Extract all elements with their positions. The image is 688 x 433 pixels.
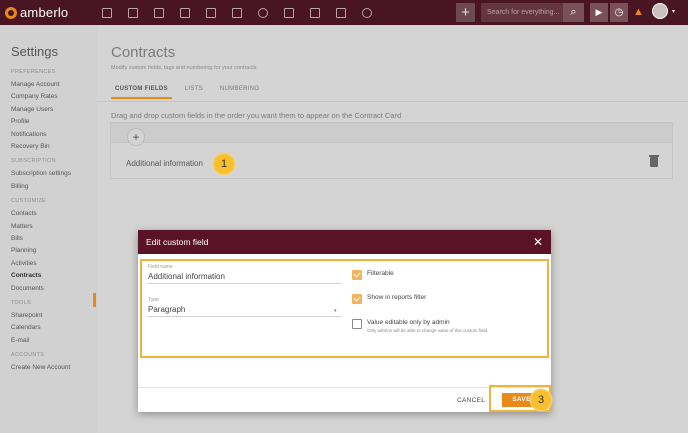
top-navigation-bar: amberlo xyxy=(0,0,688,25)
reports-icon[interactable] xyxy=(354,0,380,25)
step-badge-3: 3 xyxy=(531,390,551,410)
tab-lists[interactable]: LISTS xyxy=(181,81,207,99)
edit-custom-field-dialog: Edit custom field ✕ Field name Additiona… xyxy=(138,230,551,412)
trash-icon[interactable] xyxy=(649,155,659,167)
search-icon[interactable]: ⌕ xyxy=(563,3,584,22)
sidebar-item-company-rates[interactable]: Company Rates xyxy=(11,93,58,100)
type-select[interactable]: Paragraph xyxy=(148,305,185,314)
tab-custom-fields[interactable]: CUSTOM FIELDS xyxy=(111,81,172,99)
custom-fields-toolbar xyxy=(111,123,672,143)
calendar-icon-glyph xyxy=(232,7,242,18)
sidebar-item-matters[interactable]: Matters xyxy=(11,223,33,230)
page-subtitle: Modify custom fields, tags and numbering… xyxy=(111,65,257,71)
contacts-icon-glyph xyxy=(128,7,138,18)
instruction-text: Drag and drop custom fields in the order… xyxy=(111,111,402,120)
play-timer-icon[interactable]: ▶ xyxy=(590,3,608,22)
sidebar-item-sharepoint[interactable]: Sharepoint xyxy=(11,312,42,319)
cancel-button[interactable]: CANCEL xyxy=(457,397,485,404)
contacts-icon[interactable] xyxy=(120,0,146,25)
add-custom-field-button[interactable]: + xyxy=(127,128,145,146)
documents-icon[interactable] xyxy=(172,0,198,25)
user-avatar[interactable] xyxy=(652,3,668,19)
sidebar-item-e-mail[interactable]: E-mail xyxy=(11,337,29,344)
sidebar-item-recovery-bin[interactable]: Recovery Bin xyxy=(11,143,50,150)
notifications-bell-icon[interactable]: ▲ xyxy=(633,5,644,19)
email-icon[interactable] xyxy=(302,0,328,25)
admin-only-hint: Only admins will be able to change value… xyxy=(367,328,489,333)
custom-fields-list: + Additional information xyxy=(110,122,673,179)
amberlo-logo[interactable]: amberlo xyxy=(5,5,87,20)
reports-icon-glyph xyxy=(362,7,372,18)
sidebar-section-heading: CUSTOMIZE xyxy=(11,198,46,205)
calendar-icon[interactable] xyxy=(224,0,250,25)
sidebar-item-subscription-settings[interactable]: Subscription settings xyxy=(11,170,71,177)
sidebar-section-heading: PREFERENCES xyxy=(11,69,56,75)
chevron-down-icon[interactable]: ▾ xyxy=(334,308,337,314)
tabs-divider xyxy=(97,101,688,102)
dialog-header: Edit custom field ✕ xyxy=(138,230,551,254)
bills-icon-glyph xyxy=(206,7,216,18)
matters-icon[interactable] xyxy=(146,0,172,25)
sidebar-item-documents[interactable]: Documents xyxy=(11,285,44,292)
active-item-marker xyxy=(93,293,96,307)
field-name-underline xyxy=(148,283,341,284)
sidebar-item-activities[interactable]: Activities xyxy=(11,260,37,267)
sidebar-title: Settings xyxy=(11,44,58,59)
sidebar-item-billing[interactable]: Billing xyxy=(11,183,28,190)
logo-mark-icon xyxy=(5,6,17,19)
show-in-reports-label: Show in reports filter xyxy=(367,294,427,301)
step-badge-1: 1 xyxy=(214,154,234,174)
quick-add-button[interactable]: + xyxy=(456,3,475,22)
sidebar-item-manage-account[interactable]: Manage Account xyxy=(11,81,59,88)
folder-icon-glyph xyxy=(284,7,294,18)
show-in-reports-checkbox[interactable] xyxy=(352,294,362,304)
admin-only-label: Value editable only by admin xyxy=(367,319,450,326)
page-title: Contracts xyxy=(111,44,176,61)
matters-icon-glyph xyxy=(154,7,164,18)
module-nav xyxy=(94,0,380,25)
dashboard-icon-glyph xyxy=(102,7,112,18)
account-menu-chevron-down-icon[interactable]: ▾ xyxy=(672,8,675,15)
sidebar-item-notifications[interactable]: Notifications xyxy=(11,131,46,138)
mail-icon-glyph xyxy=(336,7,346,18)
sidebar-item-bills[interactable]: Bills xyxy=(11,235,23,242)
sidebar-item-contracts[interactable]: Contracts xyxy=(11,272,41,279)
sidebar-section-heading: ACCOUNTS xyxy=(11,352,45,359)
close-icon[interactable]: ✕ xyxy=(533,235,543,249)
folder-icon[interactable] xyxy=(276,0,302,25)
tab-numbering[interactable]: NUMBERING xyxy=(216,81,263,99)
sidebar-section-heading: SUBSCRIPTION xyxy=(11,158,56,165)
field-name-label: Field name xyxy=(148,264,173,270)
bills-icon[interactable] xyxy=(198,0,224,25)
documents-icon-glyph xyxy=(180,7,190,18)
brand-name: amberlo xyxy=(20,5,69,20)
filterable-checkbox[interactable] xyxy=(352,270,362,280)
sidebar-section-heading: TOOLS xyxy=(11,300,32,306)
settings-sidebar: Settings PREFERENCES Manage Account Compan… xyxy=(0,25,97,433)
type-label: Type xyxy=(148,297,159,303)
custom-field-item[interactable]: Additional information xyxy=(126,159,203,168)
filterable-label: Filterable xyxy=(367,270,394,277)
email-icon-glyph xyxy=(310,7,320,18)
settings-tabs: CUSTOM FIELDS LISTS NUMBERING xyxy=(111,81,272,99)
mail-icon[interactable] xyxy=(328,0,354,25)
dashboard-icon[interactable] xyxy=(94,0,120,25)
sidebar-item-profile[interactable]: Profile xyxy=(11,118,29,125)
sidebar-item-manage-users[interactable]: Manage Users xyxy=(11,106,53,113)
chat-icon[interactable] xyxy=(250,0,276,25)
sidebar-item-create-new-account[interactable]: Create New Account xyxy=(11,364,70,371)
timer-icon[interactable]: ◷ xyxy=(610,3,628,22)
sidebar-item-planning[interactable]: Planning xyxy=(11,247,36,254)
dialog-title: Edit custom field xyxy=(146,237,209,247)
sidebar-item-contacts[interactable]: Contacts xyxy=(11,210,37,217)
chat-icon-glyph xyxy=(258,7,268,18)
admin-only-checkbox[interactable] xyxy=(352,319,362,329)
type-underline xyxy=(148,316,341,317)
global-search-input[interactable]: Search for everything... xyxy=(481,3,563,22)
sidebar-item-calendars[interactable]: Calendars xyxy=(11,324,41,331)
field-name-input[interactable]: Additional information xyxy=(148,272,225,281)
